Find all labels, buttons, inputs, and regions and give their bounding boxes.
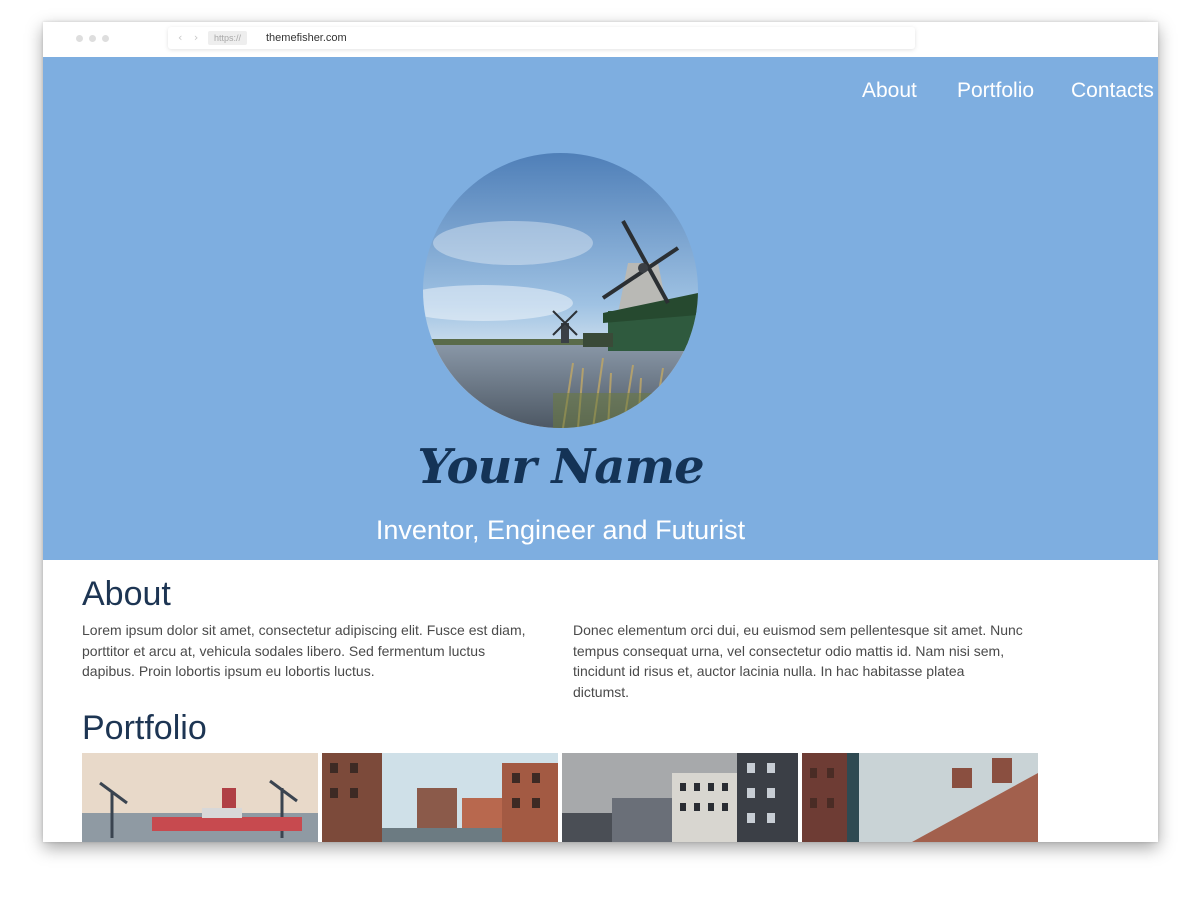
hero-subtitle: Inventor, Engineer and Futurist — [375, 515, 746, 545]
address-bar[interactable]: ‹ › https:// themefisher.com — [168, 27, 915, 49]
nav-about[interactable]: About — [862, 79, 917, 103]
maximize-dot[interactable] — [102, 35, 109, 42]
city-buildings-photo-icon[interactable] — [562, 753, 798, 842]
about-text-right: Donec elementum orci dui, eu euismod sem… — [573, 622, 1023, 700]
windmill-photo-icon — [423, 153, 698, 428]
browser-toolbar: ‹ › https:// themefisher.com — [43, 22, 1158, 57]
nav-portfolio[interactable]: Portfolio — [957, 79, 1034, 103]
about-heading: About — [82, 575, 171, 613]
portfolio-heading: Portfolio — [82, 709, 207, 747]
browser-window: ‹ › https:// themefisher.com About Portf… — [43, 22, 1158, 842]
hero-name: Your Name — [417, 439, 704, 495]
about-text-left: Lorem ipsum dolor sit amet, consectetur … — [82, 622, 526, 679]
url-text[interactable]: themefisher.com — [266, 30, 347, 46]
close-dot[interactable] — [76, 35, 83, 42]
minimize-dot[interactable] — [89, 35, 96, 42]
nav-contacts[interactable]: Contacts — [1071, 79, 1154, 103]
window-controls — [76, 35, 109, 42]
brick-warehouses-photo-icon[interactable] — [802, 753, 1038, 842]
harbor-cranes-photo-icon[interactable] — [82, 753, 318, 842]
hero-section: About Portfolio Contacts Your Name Inven… — [43, 57, 1158, 560]
back-forward-icon[interactable]: ‹ › — [178, 31, 202, 44]
protocol-badge: https:// — [208, 31, 248, 45]
canal-warehouses-photo-icon[interactable] — [322, 753, 558, 842]
